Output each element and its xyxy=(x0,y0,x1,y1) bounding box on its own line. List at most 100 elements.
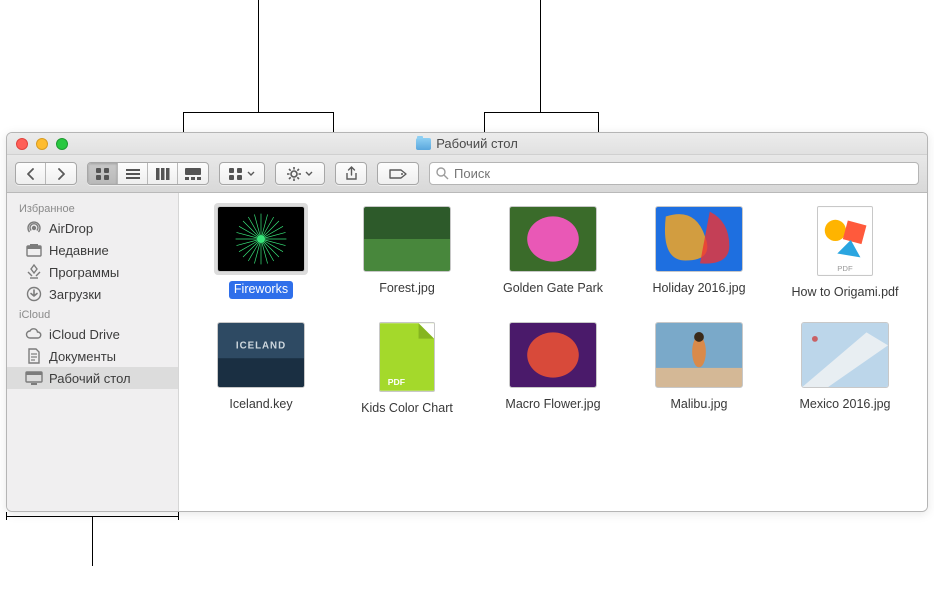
share-button-group xyxy=(335,162,367,185)
chevron-down-icon xyxy=(305,171,313,176)
action-button-group xyxy=(275,162,325,185)
file-item[interactable]: Golden Gate Park xyxy=(485,203,621,301)
finder-window: Рабочий стол xyxy=(6,132,928,512)
file-label: Fireworks xyxy=(229,281,293,299)
sidebar-item-label: Документы xyxy=(49,349,116,364)
file-item[interactable]: PDF How to Origami.pdf xyxy=(777,203,913,301)
nav-buttons xyxy=(15,162,77,185)
forward-button[interactable] xyxy=(46,163,76,184)
tags-button-group xyxy=(377,162,419,185)
file-label: Macro Flower.jpg xyxy=(505,397,600,413)
callout-line xyxy=(540,0,541,112)
view-icon-button[interactable] xyxy=(88,163,118,184)
sidebar-item-airdrop[interactable]: AirDrop xyxy=(7,217,178,239)
sidebar-item-label: Рабочий стол xyxy=(49,371,131,386)
gear-icon xyxy=(287,167,301,181)
share-icon xyxy=(345,166,358,181)
file-item[interactable]: Malibu.jpg xyxy=(631,319,767,417)
file-thumbnail xyxy=(655,206,743,272)
file-thumbnail xyxy=(363,206,451,272)
sidebar-item-icloud[interactable]: iCloud Drive xyxy=(7,323,178,345)
sidebar-section-header: iCloud xyxy=(7,305,178,323)
titlebar: Рабочий стол xyxy=(7,133,927,155)
view-mode-group xyxy=(87,162,209,185)
docs-icon xyxy=(25,348,43,364)
callout-tick xyxy=(178,512,179,520)
file-item[interactable]: Fireworks xyxy=(193,203,329,301)
recent-icon xyxy=(25,242,43,258)
file-item[interactable]: Macro Flower.jpg xyxy=(485,319,621,417)
svg-text:PDF: PDF xyxy=(837,264,853,273)
icloud-icon xyxy=(25,326,43,342)
desktop-icon xyxy=(25,370,43,386)
file-label: Mexico 2016.jpg xyxy=(799,397,890,413)
arrange-button-group xyxy=(219,162,265,185)
callout-line xyxy=(484,112,598,113)
file-label: Malibu.jpg xyxy=(671,397,728,413)
sidebar-item-label: Программы xyxy=(49,265,119,280)
content-area: Fireworks Forest.jpg Golden Gate Park Holid… xyxy=(179,193,927,511)
minimize-button[interactable] xyxy=(36,138,48,150)
callout-line xyxy=(258,0,259,112)
file-label: Forest.jpg xyxy=(379,281,435,297)
file-thumbnail xyxy=(509,206,597,272)
svg-text:PDF: PDF xyxy=(388,377,405,387)
window-body: Избранное AirDrop Недавние Программы Загрузк… xyxy=(7,193,927,511)
close-button[interactable] xyxy=(16,138,28,150)
sidebar-item-label: Недавние xyxy=(49,243,109,258)
window-title-text: Рабочий стол xyxy=(436,136,518,151)
folder-icon xyxy=(416,138,431,150)
airdrop-icon xyxy=(25,220,43,236)
action-button[interactable] xyxy=(276,163,324,184)
back-button[interactable] xyxy=(16,163,46,184)
sidebar: Избранное AirDrop Недавние Программы Загрузк… xyxy=(7,193,179,511)
view-gallery-button[interactable] xyxy=(178,163,208,184)
file-item[interactable]: Holiday 2016.jpg xyxy=(631,203,767,301)
view-list-button[interactable] xyxy=(118,163,148,184)
file-thumbnail: PDF xyxy=(379,322,435,392)
downloads-icon xyxy=(25,286,43,302)
sidebar-item-downloads[interactable]: Загрузки xyxy=(7,283,178,305)
share-button[interactable] xyxy=(336,163,366,184)
svg-text:ICELAND: ICELAND xyxy=(236,340,286,351)
file-thumbnail xyxy=(509,322,597,388)
icon-grid: Fireworks Forest.jpg Golden Gate Park Holid… xyxy=(193,203,913,416)
sidebar-item-label: iCloud Drive xyxy=(49,327,120,342)
file-label: Kids Color Chart xyxy=(361,401,453,417)
sidebar-item-desktop[interactable]: Рабочий стол xyxy=(7,367,178,389)
sidebar-item-docs[interactable]: Документы xyxy=(7,345,178,367)
callout-tick xyxy=(6,512,7,520)
file-item[interactable]: ICELAND Iceland.key xyxy=(193,319,329,417)
zoom-button[interactable] xyxy=(56,138,68,150)
sidebar-item-label: AirDrop xyxy=(49,221,93,236)
file-label: Golden Gate Park xyxy=(503,281,603,297)
file-label: Iceland.key xyxy=(229,397,292,413)
window-controls xyxy=(7,138,68,150)
file-item[interactable]: Forest.jpg xyxy=(339,203,475,301)
sidebar-item-label: Загрузки xyxy=(49,287,101,302)
apps-icon xyxy=(25,264,43,280)
search-field[interactable] xyxy=(429,162,919,185)
file-label: How to Origami.pdf xyxy=(792,285,899,301)
search-icon xyxy=(436,167,449,180)
callout-line xyxy=(92,516,93,566)
sidebar-item-recent[interactable]: Недавние xyxy=(7,239,178,261)
tags-button[interactable] xyxy=(378,163,418,184)
file-item[interactable]: Mexico 2016.jpg xyxy=(777,319,913,417)
file-thumbnail: PDF xyxy=(817,206,873,276)
file-thumbnail xyxy=(801,322,889,388)
file-thumbnail xyxy=(655,322,743,388)
callout-line xyxy=(183,112,333,113)
window-title: Рабочий стол xyxy=(7,136,927,151)
file-thumbnail: ICELAND xyxy=(217,322,305,388)
sidebar-item-apps[interactable]: Программы xyxy=(7,261,178,283)
chevron-down-icon xyxy=(247,171,255,176)
arrange-button[interactable] xyxy=(220,163,264,184)
search-input[interactable] xyxy=(454,166,912,181)
sidebar-section-header: Избранное xyxy=(7,199,178,217)
file-item[interactable]: PDF Kids Color Chart xyxy=(339,319,475,417)
view-column-button[interactable] xyxy=(148,163,178,184)
file-thumbnail xyxy=(217,206,305,272)
toolbar xyxy=(7,155,927,193)
tag-icon xyxy=(389,168,407,180)
